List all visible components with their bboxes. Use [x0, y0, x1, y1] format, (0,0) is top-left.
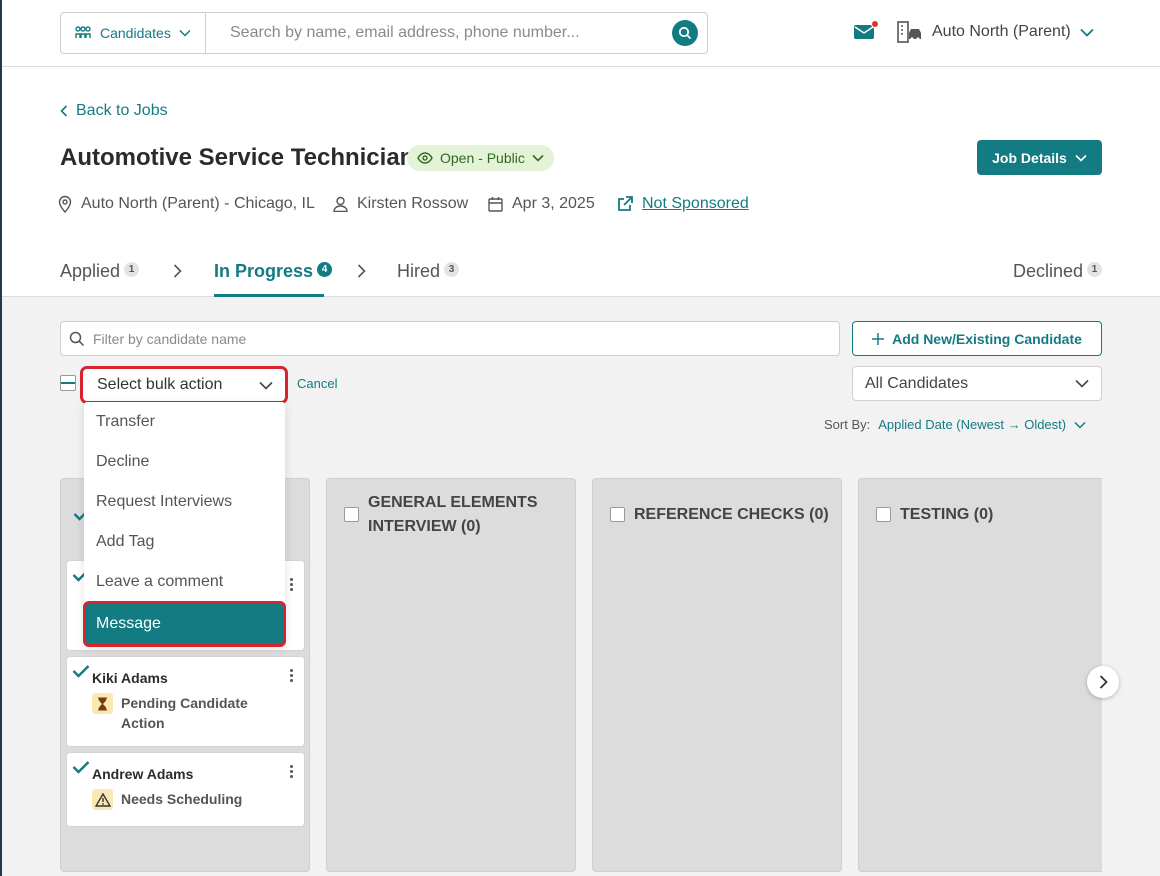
sponsorship-label: Not Sponsored [642, 195, 749, 212]
column-select-checkbox[interactable] [344, 507, 359, 522]
search-icon [678, 26, 692, 40]
eye-icon [417, 152, 433, 164]
chevron-right-icon [173, 264, 182, 278]
job-recruiter-label: Kirsten Rossow [357, 195, 469, 212]
back-to-jobs-link[interactable]: Back to Jobs [60, 102, 168, 120]
sponsorship-link[interactable]: Not Sponsored [617, 195, 749, 213]
menu-item-request-interviews[interactable]: Request Interviews [84, 482, 285, 522]
column-title: GENERAL ELEMENTS INTERVIEW (0) [368, 494, 538, 535]
chevron-left-icon [60, 105, 68, 117]
org-switcher[interactable]: Auto North (Parent) [897, 21, 1094, 43]
tab-count: 1 [124, 262, 140, 277]
global-search-input[interactable] [206, 13, 672, 53]
map-pin-icon [58, 195, 72, 213]
global-search: Candidates [60, 12, 708, 54]
card-menu-button[interactable] [290, 578, 294, 593]
app-left-edge [0, 0, 2, 876]
menu-item-leave-comment[interactable]: Leave a comment [84, 562, 285, 602]
building-car-icon [897, 21, 921, 43]
job-details-label: Job Details [992, 149, 1067, 166]
card-menu-button[interactable] [290, 669, 294, 684]
job-status-dropdown[interactable]: Open - Public [407, 145, 554, 171]
scroll-columns-right-button[interactable] [1087, 666, 1119, 698]
pipeline-column: REFERENCE CHECKS (0) [592, 478, 842, 872]
candidate-name[interactable]: Kiki Adams [92, 670, 168, 686]
job-date: Apr 3, 2025 [488, 195, 595, 213]
chevron-right-icon [357, 264, 366, 278]
checkmark-icon[interactable] [72, 760, 90, 774]
job-date-label: Apr 3, 2025 [512, 195, 595, 212]
chevron-down-icon [1075, 154, 1087, 162]
chevron-down-icon [179, 29, 191, 37]
search-scope-label: Candidates [100, 25, 171, 41]
job-location-label: Auto North (Parent) - Chicago, IL [81, 195, 315, 212]
candidate-status: Pending Candidate Action [92, 693, 248, 733]
bulk-action-menu: Transfer Decline Request Interviews Add … [83, 402, 286, 647]
tab-applied[interactable]: Applied 1 [60, 261, 140, 282]
pipeline-column: GENERAL ELEMENTS INTERVIEW (0) [326, 478, 576, 872]
search-button[interactable] [672, 20, 698, 46]
hourglass-icon [92, 693, 113, 714]
job-location: Auto North (Parent) - Chicago, IL [58, 195, 315, 213]
chevron-down-icon [532, 154, 544, 162]
tab-hired[interactable]: Hired 3 [397, 261, 460, 282]
candidate-status: Needs Scheduling [92, 789, 242, 810]
column-select-checkbox[interactable] [876, 507, 891, 522]
menu-item-add-tag[interactable]: Add Tag [84, 522, 285, 562]
tab-in-progress[interactable]: In Progress 4 [214, 261, 333, 282]
job-title: Automotive Service Technician [60, 144, 415, 171]
menu-item-transfer[interactable]: Transfer [84, 402, 285, 442]
column-title: TESTING (0) [900, 506, 994, 523]
job-recruiter: Kirsten Rossow [333, 195, 468, 213]
tab-declined[interactable]: Declined 1 [1013, 261, 1103, 282]
tab-label: In Progress [214, 261, 314, 281]
checkmark-icon[interactable] [72, 664, 90, 678]
tab-count: 1 [1087, 262, 1103, 277]
person-icon [333, 196, 348, 212]
candidate-name[interactable]: Andrew Adams [92, 766, 193, 782]
chevron-down-icon [1080, 28, 1094, 37]
people-icon [75, 26, 91, 38]
back-link-label: Back to Jobs [76, 102, 168, 119]
menu-item-message[interactable]: Message [83, 601, 286, 647]
warning-icon [92, 789, 113, 810]
column-title: REFERENCE CHECKS (0) [634, 506, 829, 523]
top-bar: Candidates Auto North (Parent) [2, 0, 1160, 67]
tab-count: 3 [444, 262, 460, 277]
job-status-label: Open - Public [440, 150, 525, 166]
unread-indicator [871, 20, 879, 28]
candidate-status-text: Pending Candidate Action [121, 695, 248, 731]
pipeline-tabs: Applied 1 In Progress 4 Hired 3 Declined… [2, 250, 1160, 297]
candidate-status-text: Needs Scheduling [121, 791, 243, 807]
tab-label: Hired [397, 261, 441, 281]
pipeline-column: TESTING (0) [858, 478, 1102, 872]
external-link-icon [618, 196, 633, 211]
messages-button[interactable] [854, 20, 879, 42]
tab-count: 4 [317, 262, 333, 277]
calendar-icon [488, 197, 503, 212]
chevron-right-icon [1099, 675, 1108, 689]
search-scope-select[interactable]: Candidates [61, 13, 206, 53]
candidate-card[interactable]: Andrew Adams Needs Scheduling [66, 752, 305, 827]
tab-label: Declined [1013, 261, 1084, 281]
org-name: Auto North (Parent) [932, 23, 1071, 40]
candidate-card[interactable]: Kiki Adams Pending Candidate Action [66, 656, 305, 747]
card-menu-button[interactable] [290, 765, 294, 780]
job-details-button[interactable]: Job Details [977, 140, 1102, 175]
column-select-checkbox[interactable] [610, 507, 625, 522]
tab-label: Applied [60, 261, 121, 281]
menu-item-decline[interactable]: Decline [84, 442, 285, 482]
